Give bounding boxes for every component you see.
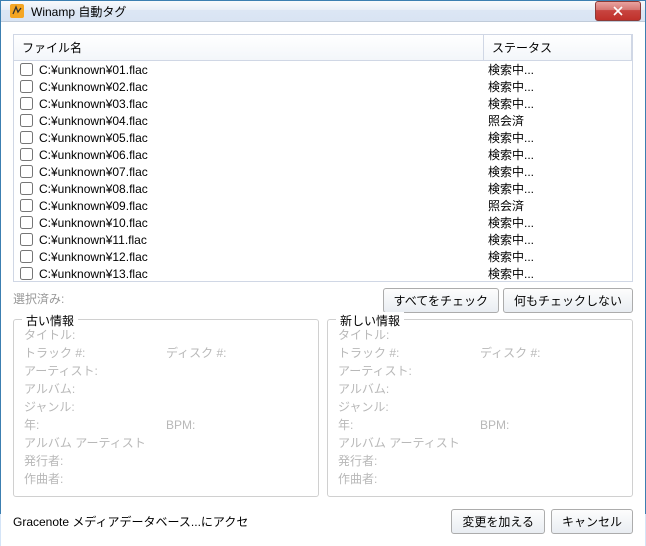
row-checkbox[interactable] bbox=[20, 97, 33, 110]
column-header-filename[interactable]: ファイル名 bbox=[14, 35, 484, 60]
table-row[interactable]: C:¥unknown¥13.flac検索中... bbox=[14, 265, 632, 282]
row-checkbox[interactable] bbox=[20, 148, 33, 161]
table-row[interactable]: C:¥unknown¥02.flac検索中... bbox=[14, 78, 632, 95]
row-status: 検索中... bbox=[488, 61, 534, 78]
titlebar[interactable]: Winamp 自動タグ bbox=[1, 1, 645, 22]
row-filename: C:¥unknown¥04.flac bbox=[39, 114, 488, 128]
check-none-button[interactable]: 何もチェックしない bbox=[503, 288, 633, 313]
row-status: 検索中... bbox=[488, 95, 534, 112]
new-album-label: アルバム: bbox=[338, 380, 389, 398]
row-checkbox[interactable] bbox=[20, 131, 33, 144]
row-checkbox[interactable] bbox=[20, 267, 33, 280]
row-filename: C:¥unknown¥11.flac bbox=[39, 233, 488, 247]
row-status: 検索中... bbox=[488, 265, 534, 282]
row-status: 検索中... bbox=[488, 146, 534, 163]
winamp-icon bbox=[9, 3, 25, 19]
old-year-label: 年: bbox=[24, 416, 166, 434]
row-filename: C:¥unknown¥07.flac bbox=[39, 165, 488, 179]
row-checkbox[interactable] bbox=[20, 182, 33, 195]
close-button[interactable] bbox=[595, 1, 641, 21]
row-filename: C:¥unknown¥08.flac bbox=[39, 182, 488, 196]
row-checkbox[interactable] bbox=[20, 233, 33, 246]
old-info-title: 古い情報 bbox=[22, 312, 78, 329]
table-row[interactable]: C:¥unknown¥03.flac検索中... bbox=[14, 95, 632, 112]
apply-button[interactable]: 変更を加える bbox=[451, 509, 545, 534]
row-filename: C:¥unknown¥03.flac bbox=[39, 97, 488, 111]
footer: Gracenote メディアデータベース...にアクセ 変更を加える キャンセル bbox=[13, 503, 633, 534]
row-filename: C:¥unknown¥06.flac bbox=[39, 148, 488, 162]
row-filename: C:¥unknown¥05.flac bbox=[39, 131, 488, 145]
old-info-panel: 古い情報 タイトル: トラック #:ディスク #: アーティスト: アルバム: … bbox=[13, 319, 319, 497]
row-status: 照会済 bbox=[488, 112, 524, 129]
row-status: 検索中... bbox=[488, 129, 534, 146]
winamp-autotag-window: Winamp 自動タグ ファイル名 ステータス C:¥unknown¥01.fl… bbox=[0, 0, 646, 514]
table-row[interactable]: C:¥unknown¥11.flac検索中... bbox=[14, 231, 632, 248]
column-header-status[interactable]: ステータス bbox=[484, 35, 632, 60]
row-status: 検索中... bbox=[488, 78, 534, 95]
row-filename: C:¥unknown¥12.flac bbox=[39, 250, 488, 264]
row-filename: C:¥unknown¥09.flac bbox=[39, 199, 488, 213]
window-title: Winamp 自動タグ bbox=[31, 3, 595, 20]
new-artist-label: アーティスト: bbox=[338, 362, 412, 380]
row-status: 検索中... bbox=[488, 214, 534, 231]
new-composer-label: 作曲者: bbox=[338, 470, 377, 488]
new-genre-label: ジャンル: bbox=[338, 398, 389, 416]
check-all-button[interactable]: すべてをチェック bbox=[383, 288, 499, 313]
table-row[interactable]: C:¥unknown¥05.flac検索中... bbox=[14, 129, 632, 146]
new-year-label: 年: bbox=[338, 416, 480, 434]
mid-controls: 選択済み: すべてをチェック 何もチェックしない bbox=[13, 288, 633, 313]
selected-label: 選択済み: bbox=[13, 288, 377, 307]
table-row[interactable]: C:¥unknown¥07.flac検索中... bbox=[14, 163, 632, 180]
table-row[interactable]: C:¥unknown¥01.flac検索中... bbox=[14, 61, 632, 78]
old-artist-label: アーティスト: bbox=[24, 362, 98, 380]
new-info-panel: 新しい情報 タイトル: トラック #:ディスク #: アーティスト: アルバム:… bbox=[327, 319, 633, 497]
info-panels: 古い情報 タイトル: トラック #:ディスク #: アーティスト: アルバム: … bbox=[13, 319, 633, 497]
row-filename: C:¥unknown¥10.flac bbox=[39, 216, 488, 230]
old-track-label: トラック #: bbox=[24, 344, 166, 362]
old-albumartist-label: アルバム アーティスト bbox=[24, 434, 146, 452]
row-checkbox[interactable] bbox=[20, 199, 33, 212]
table-row[interactable]: C:¥unknown¥04.flac照会済 bbox=[14, 112, 632, 129]
row-filename: C:¥unknown¥13.flac bbox=[39, 267, 488, 281]
row-status: 照会済 bbox=[488, 197, 524, 214]
row-checkbox[interactable] bbox=[20, 165, 33, 178]
new-info-title: 新しい情報 bbox=[336, 312, 404, 329]
new-publisher-label: 発行者: bbox=[338, 452, 377, 470]
old-bpm-label: BPM: bbox=[166, 416, 308, 434]
table-row[interactable]: C:¥unknown¥08.flac検索中... bbox=[14, 180, 632, 197]
row-checkbox[interactable] bbox=[20, 216, 33, 229]
cancel-button[interactable]: キャンセル bbox=[551, 509, 633, 534]
table-row[interactable]: C:¥unknown¥12.flac検索中... bbox=[14, 248, 632, 265]
row-status: 検索中... bbox=[488, 163, 534, 180]
row-checkbox[interactable] bbox=[20, 114, 33, 127]
row-checkbox[interactable] bbox=[20, 63, 33, 76]
row-status: 検索中... bbox=[488, 180, 534, 197]
old-publisher-label: 発行者: bbox=[24, 452, 63, 470]
file-list[interactable]: ファイル名 ステータス C:¥unknown¥01.flac検索中...C:¥u… bbox=[13, 34, 633, 282]
list-header: ファイル名 ステータス bbox=[14, 35, 632, 61]
old-album-label: アルバム: bbox=[24, 380, 75, 398]
row-status: 検索中... bbox=[488, 248, 534, 265]
row-checkbox[interactable] bbox=[20, 250, 33, 263]
new-disc-label: ディスク #: bbox=[480, 344, 622, 362]
row-filename: C:¥unknown¥01.flac bbox=[39, 63, 488, 77]
table-row[interactable]: C:¥unknown¥10.flac検索中... bbox=[14, 214, 632, 231]
row-status: 検索中... bbox=[488, 231, 534, 248]
new-bpm-label: BPM: bbox=[480, 416, 622, 434]
row-filename: C:¥unknown¥02.flac bbox=[39, 80, 488, 94]
new-albumartist-label: アルバム アーティスト bbox=[338, 434, 460, 452]
content-area: ファイル名 ステータス C:¥unknown¥01.flac検索中...C:¥u… bbox=[1, 22, 645, 546]
footer-status-text: Gracenote メディアデータベース...にアクセ bbox=[13, 513, 451, 530]
row-checkbox[interactable] bbox=[20, 80, 33, 93]
new-track-label: トラック #: bbox=[338, 344, 480, 362]
table-row[interactable]: C:¥unknown¥06.flac検索中... bbox=[14, 146, 632, 163]
table-row[interactable]: C:¥unknown¥09.flac照会済 bbox=[14, 197, 632, 214]
old-genre-label: ジャンル: bbox=[24, 398, 75, 416]
old-disc-label: ディスク #: bbox=[166, 344, 308, 362]
old-composer-label: 作曲者: bbox=[24, 470, 63, 488]
